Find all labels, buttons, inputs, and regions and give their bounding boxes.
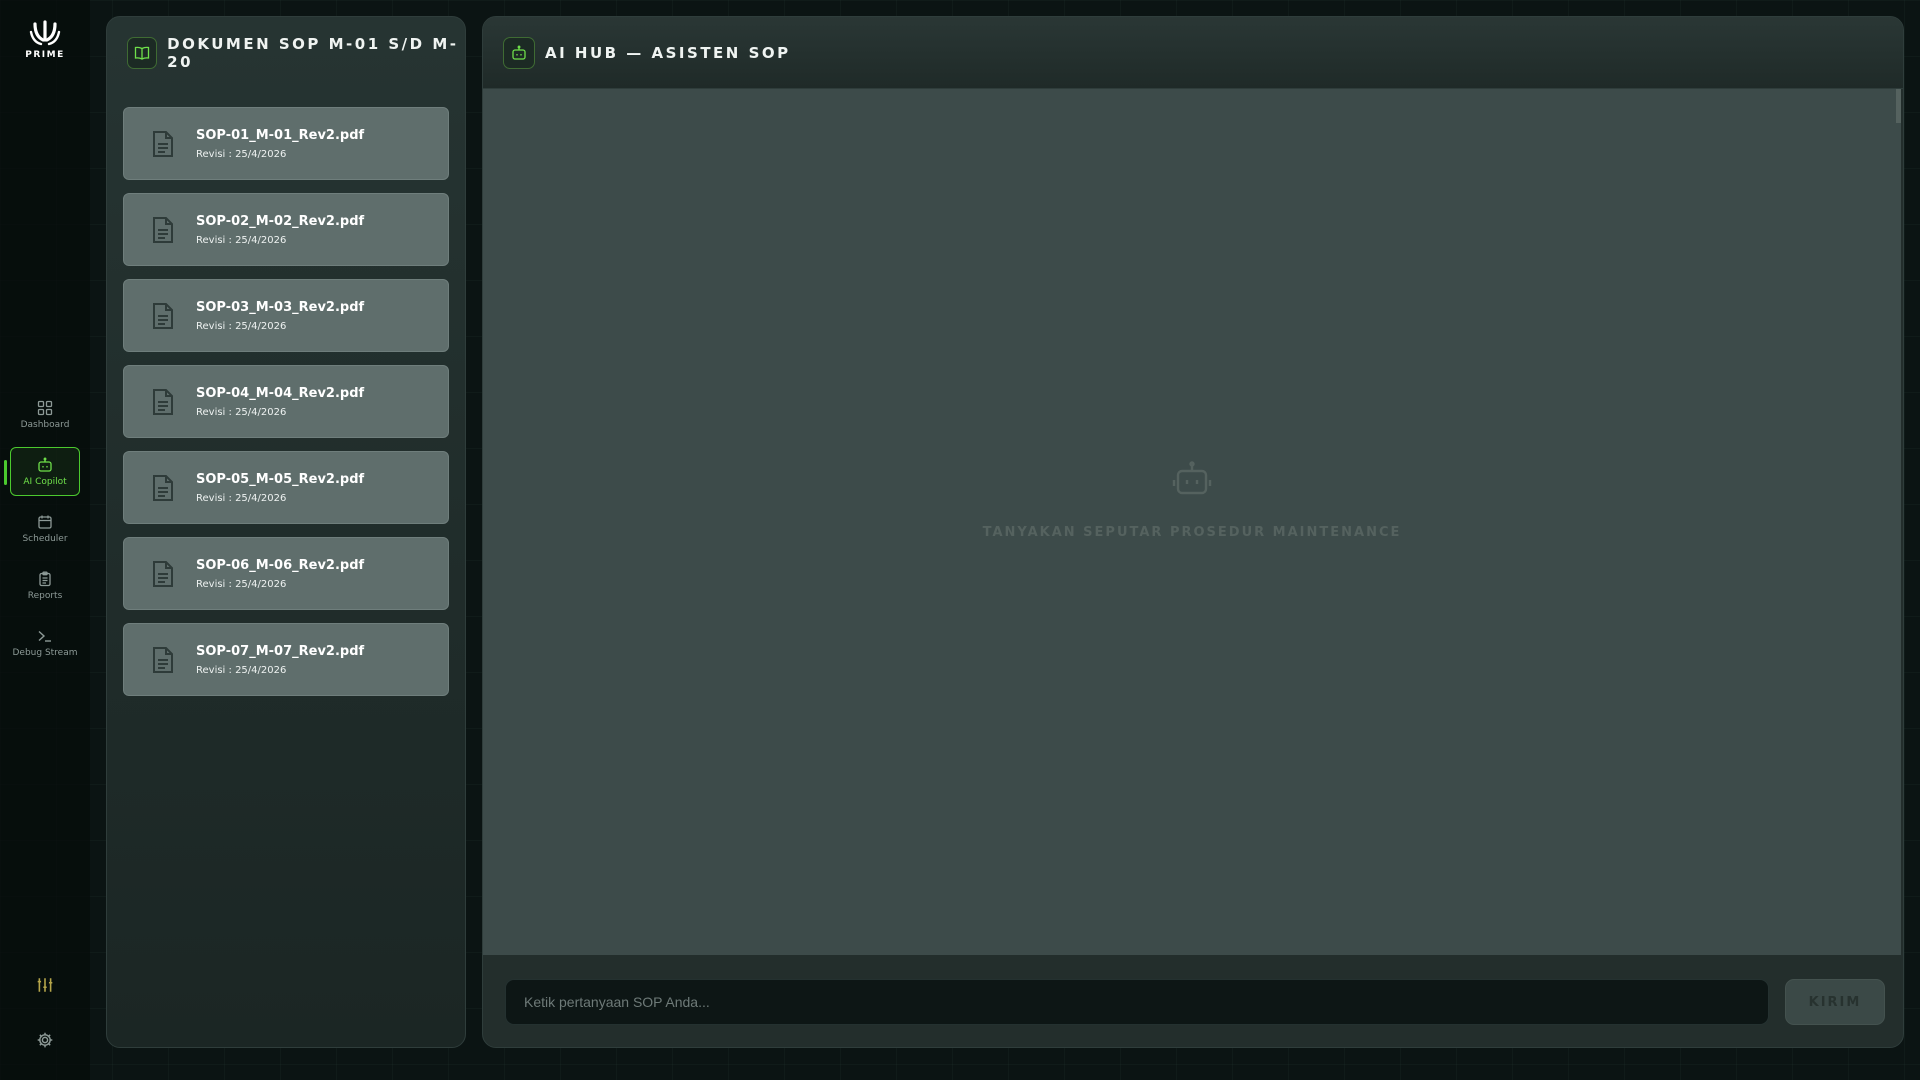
file-document-icon bbox=[153, 302, 173, 329]
chat-header-icon-box bbox=[503, 36, 535, 69]
document-name: SOP-04_M-04_Rev2.pdf bbox=[196, 385, 365, 401]
document-info: SOP-07_M-07_Rev2.pdf Revisi : 25/4/2026 bbox=[196, 644, 364, 676]
document-info: SOP-04_M-04_Rev2.pdf Revisi : 25/4/2026 bbox=[196, 386, 364, 418]
grid-icon bbox=[37, 400, 53, 415]
file-document-icon bbox=[153, 130, 173, 157]
chat-panel-header: AI HUB — ASISTEN SOP bbox=[483, 17, 1903, 89]
document-name: SOP-05_M-05_Rev2.pdf bbox=[196, 471, 365, 487]
document-card[interactable]: SOP-06_M-06_Rev2.pdf Revisi : 25/4/2026 bbox=[123, 537, 449, 610]
side-rail: PRIME Dashboard AI Copilot Scheduler Rep… bbox=[0, 0, 90, 1080]
robot-icon bbox=[38, 457, 52, 472]
document-name: SOP-02_M-02_Rev2.pdf bbox=[196, 213, 365, 229]
sliders-icon[interactable] bbox=[36, 976, 54, 994]
document-revision: Revisi : 25/4/2026 bbox=[196, 664, 287, 676]
nav-label: Debug Stream bbox=[12, 647, 78, 658]
chat-messages-area[interactable]: TANYAKAN SEPUTAR PROSEDUR MAINTENANCE bbox=[483, 89, 1901, 955]
file-document-icon bbox=[153, 474, 173, 501]
document-info: SOP-03_M-03_Rev2.pdf Revisi : 25/4/2026 bbox=[196, 300, 364, 332]
nav-item-reports[interactable]: Reports bbox=[10, 561, 80, 610]
nav-label: Scheduler bbox=[22, 533, 68, 544]
gear-icon[interactable] bbox=[36, 1031, 54, 1049]
docs-header-icon-box bbox=[127, 37, 158, 69]
nav-item-dashboard[interactable]: Dashboard bbox=[10, 390, 80, 439]
document-name: SOP-07_M-07_Rev2.pdf bbox=[196, 643, 365, 659]
document-name: SOP-01_M-01_Rev2.pdf bbox=[196, 127, 365, 143]
document-revision: Revisi : 25/4/2026 bbox=[196, 234, 287, 246]
chat-composer: KIRIM bbox=[483, 955, 1903, 1047]
document-card[interactable]: SOP-07_M-07_Rev2.pdf Revisi : 25/4/2026 bbox=[123, 623, 449, 696]
nav-item-ai-copilot[interactable]: AI Copilot bbox=[4, 447, 80, 496]
nav-item-scheduler[interactable]: Scheduler bbox=[10, 504, 80, 553]
docs-panel-header: DOKUMEN SOP M-01 S/D M-20 bbox=[107, 17, 465, 89]
clipboard-icon bbox=[39, 571, 51, 586]
docs-panel-title: DOKUMEN SOP M-01 S/D M-20 bbox=[167, 35, 459, 71]
nav-item-debug-stream[interactable]: Debug Stream bbox=[10, 618, 80, 667]
brand-name: PRIME bbox=[25, 50, 65, 60]
file-document-icon bbox=[153, 216, 173, 243]
chat-question-input[interactable] bbox=[505, 979, 1769, 1025]
document-list: SOP-01_M-01_Rev2.pdf Revisi : 25/4/2026 … bbox=[107, 107, 465, 696]
document-card[interactable]: SOP-03_M-03_Rev2.pdf Revisi : 25/4/2026 bbox=[123, 279, 449, 352]
document-card[interactable]: SOP-02_M-02_Rev2.pdf Revisi : 25/4/2026 bbox=[123, 193, 449, 266]
chat-panel-title: AI HUB — ASISTEN SOP bbox=[545, 43, 791, 62]
document-revision: Revisi : 25/4/2026 bbox=[196, 406, 287, 418]
nav-label: Dashboard bbox=[20, 419, 70, 430]
file-document-icon bbox=[153, 560, 173, 587]
document-name: SOP-03_M-03_Rev2.pdf bbox=[196, 299, 365, 315]
ai-hub-chat-panel: AI HUB — ASISTEN SOP TANYAKAN SEPUTAR PR… bbox=[482, 16, 1904, 1048]
main-nav: Dashboard AI Copilot Scheduler Reports D… bbox=[0, 390, 90, 667]
robot-icon bbox=[512, 45, 526, 60]
document-revision: Revisi : 25/4/2026 bbox=[196, 578, 287, 590]
nav-label: Reports bbox=[27, 590, 63, 601]
chat-empty-state: TANYAKAN SEPUTAR PROSEDUR MAINTENANCE bbox=[483, 459, 1901, 540]
book-icon bbox=[134, 46, 150, 60]
document-revision: Revisi : 25/4/2026 bbox=[196, 492, 287, 504]
terminal-icon bbox=[38, 630, 51, 642]
document-card[interactable]: SOP-05_M-05_Rev2.pdf Revisi : 25/4/2026 bbox=[123, 451, 449, 524]
document-info: SOP-01_M-01_Rev2.pdf Revisi : 25/4/2026 bbox=[196, 128, 364, 160]
document-info: SOP-02_M-02_Rev2.pdf Revisi : 25/4/2026 bbox=[196, 214, 364, 246]
chat-scrollbar[interactable] bbox=[1896, 89, 1901, 123]
nav-label: AI Copilot bbox=[23, 476, 67, 487]
document-revision: Revisi : 25/4/2026 bbox=[196, 148, 287, 160]
document-card[interactable]: SOP-01_M-01_Rev2.pdf Revisi : 25/4/2026 bbox=[123, 107, 449, 180]
robot-icon bbox=[1172, 461, 1212, 495]
brand-logo[interactable]: PRIME bbox=[0, 18, 90, 60]
send-button[interactable]: KIRIM bbox=[1785, 979, 1885, 1025]
document-card[interactable]: SOP-04_M-04_Rev2.pdf Revisi : 25/4/2026 bbox=[123, 365, 449, 438]
prime-logo-icon bbox=[29, 20, 61, 46]
document-name: SOP-06_M-06_Rev2.pdf bbox=[196, 557, 365, 573]
document-info: SOP-06_M-06_Rev2.pdf Revisi : 25/4/2026 bbox=[196, 558, 364, 590]
file-document-icon bbox=[153, 388, 173, 415]
calendar-icon bbox=[38, 515, 52, 529]
document-info: SOP-05_M-05_Rev2.pdf Revisi : 25/4/2026 bbox=[196, 472, 364, 504]
file-document-icon bbox=[153, 646, 173, 673]
sop-documents-panel: DOKUMEN SOP M-01 S/D M-20 SOP-01_M-01_Re… bbox=[106, 16, 466, 1048]
document-revision: Revisi : 25/4/2026 bbox=[196, 320, 287, 332]
empty-state-message: TANYAKAN SEPUTAR PROSEDUR MAINTENANCE bbox=[982, 525, 1402, 540]
